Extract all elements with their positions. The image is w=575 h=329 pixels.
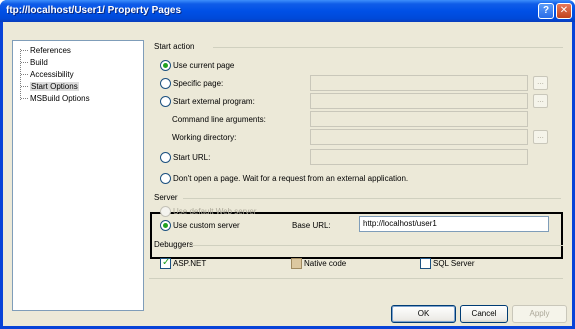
server-heading: Server [154, 193, 178, 202]
specific-page-label: Specific page: [173, 79, 224, 88]
nav-item-accessibility[interactable]: Accessibility [19, 69, 74, 80]
nav-item-references[interactable]: References [19, 45, 71, 56]
nav-item-label: Accessibility [30, 70, 74, 79]
start-url-input[interactable] [310, 149, 528, 165]
working-directory-input[interactable] [310, 129, 528, 145]
footer-divider [149, 278, 563, 279]
specific-page-radio[interactable] [160, 78, 171, 89]
nav-item-label: Start Options [30, 82, 79, 91]
use-default-web-server-label: Use default Web server [173, 207, 257, 216]
apply-button[interactable]: Apply [512, 305, 567, 323]
nav-item-build[interactable]: Build [19, 57, 48, 68]
nav-item-start-options[interactable]: Start Options [19, 81, 79, 92]
use-current-page-label: Use current page [173, 61, 235, 70]
cancel-button[interactable]: Cancel [460, 305, 508, 323]
dialog-client-area: References Build Accessibility Start Opt… [3, 22, 572, 326]
base-url-value: http://localhost/user1 [363, 219, 437, 228]
start-external-program-label: Start external program: [173, 97, 255, 106]
native-code-label: Native code [304, 259, 347, 268]
debuggers-heading: Debuggers [154, 240, 194, 249]
external-program-input[interactable] [310, 93, 528, 109]
nav-item-label: MSBuild Options [30, 94, 90, 103]
sql-server-label: SQL Server [433, 259, 475, 268]
use-custom-server-label: Use custom server [173, 221, 240, 230]
sql-server-checkbox[interactable] [420, 258, 431, 269]
specific-page-browse-button[interactable]: ... [533, 76, 548, 90]
dont-open-page-radio[interactable] [160, 173, 171, 184]
ok-button[interactable]: OK [391, 305, 456, 323]
aspnet-checkbox[interactable] [160, 257, 171, 269]
settings-tree: References Build Accessibility Start Opt… [12, 40, 144, 311]
debuggers-divider [191, 245, 563, 246]
use-current-page-radio[interactable] [160, 60, 171, 71]
specific-page-input[interactable] [310, 75, 528, 91]
dont-open-page-label: Don't open a page. Wait for a request fr… [173, 174, 409, 183]
window-title: ftp://localhost/User1/ Property Pages [6, 5, 182, 16]
command-line-arguments-label: Command line arguments: [172, 115, 266, 124]
base-url-input[interactable]: http://localhost/user1 [359, 216, 549, 232]
start-action-divider [213, 47, 563, 48]
title-bar[interactable]: ftp://localhost/User1/ Property Pages ? … [0, 0, 575, 22]
use-custom-server-radio[interactable] [160, 220, 171, 231]
start-external-program-radio[interactable] [160, 96, 171, 107]
external-program-browse-button[interactable]: ... [533, 94, 548, 108]
use-default-web-server-radio[interactable] [160, 206, 171, 217]
help-button[interactable]: ? [538, 3, 554, 19]
aspnet-label: ASP.NET [173, 259, 207, 268]
start-url-radio[interactable] [160, 152, 171, 163]
base-url-label: Base URL: [292, 221, 331, 230]
start-action-heading: Start action [154, 42, 195, 51]
server-divider [183, 198, 561, 199]
nav-item-msbuild-options[interactable]: MSBuild Options [19, 93, 90, 104]
close-button[interactable]: ✕ [556, 3, 572, 19]
command-line-arguments-input[interactable] [310, 111, 528, 127]
nav-item-label: References [30, 46, 71, 55]
working-directory-browse-button[interactable]: ... [533, 130, 548, 144]
working-directory-label: Working directory: [172, 133, 237, 142]
nav-item-label: Build [30, 58, 48, 67]
start-url-label: Start URL: [173, 153, 211, 162]
native-code-checkbox[interactable] [291, 258, 302, 269]
